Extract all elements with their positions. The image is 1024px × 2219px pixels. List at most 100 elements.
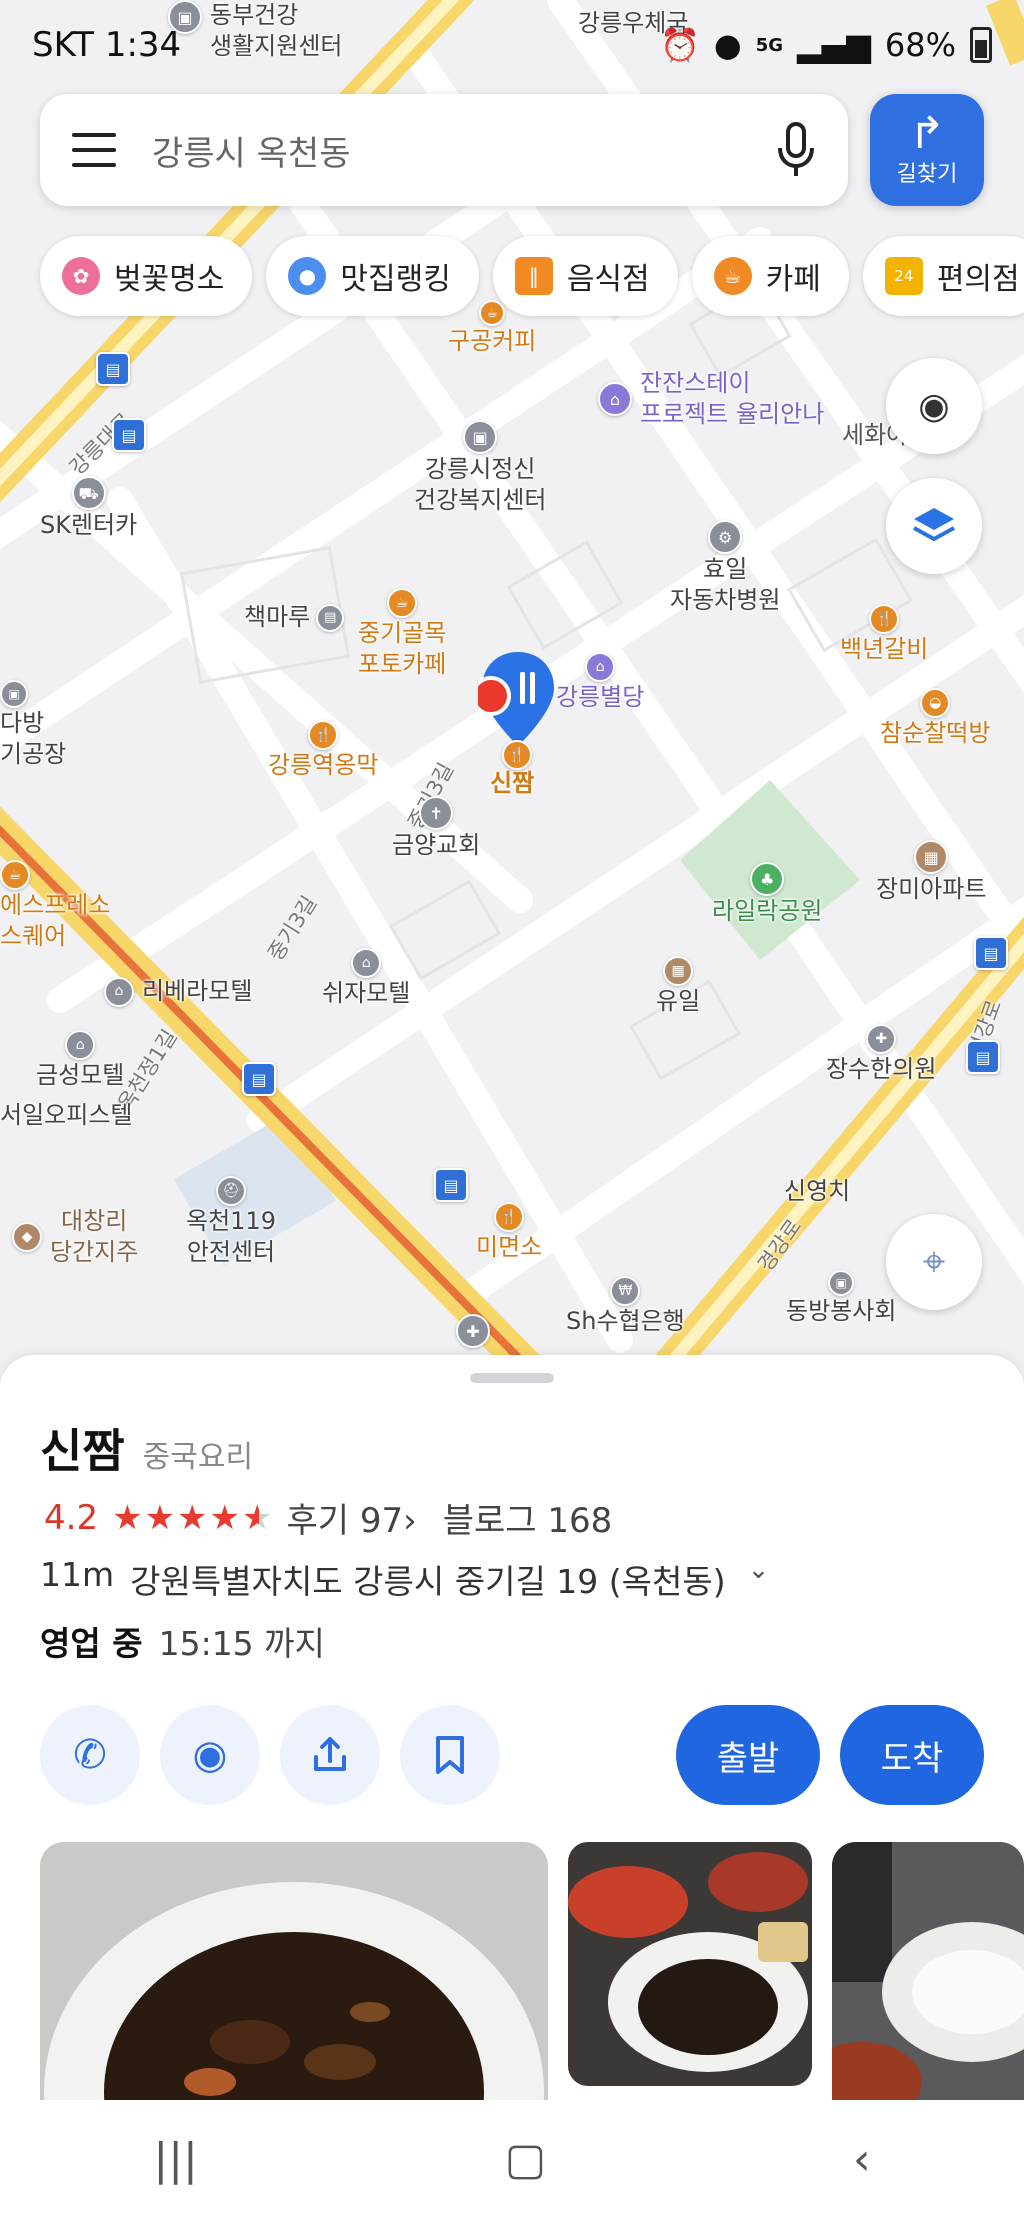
poi-jangsu-clinic[interactable]: ✚ 장수한의원: [826, 1024, 936, 1085]
poi-health-center[interactable]: ▣ 강릉시정신 건강복지센터: [414, 420, 546, 516]
directions-button[interactable]: ↱ 길찾기: [870, 94, 984, 206]
tree-icon: ♣: [750, 862, 785, 896]
blog-link[interactable]: 블로그 168: [443, 1493, 613, 1542]
chip-restaurants[interactable]: ‖ 음식점: [492, 236, 678, 316]
bus-stop-icon[interactable]: ▤: [96, 352, 130, 386]
star-icon: ★: [209, 1497, 241, 1538]
poi-dabang[interactable]: ▣ 다방 기공장: [0, 680, 66, 770]
bus-stop-icon[interactable]: ▤: [974, 936, 1008, 970]
home-icon[interactable]: ▢: [505, 2134, 547, 2185]
close-time: 15:15 까지: [158, 1624, 325, 1663]
poi-lailak-park[interactable]: ♣ 라일락공원: [712, 862, 822, 927]
bus-stop-icon[interactable]: ▤: [966, 1040, 1000, 1074]
poi-dongbang[interactable]: ▣ 동방봉사회: [786, 1270, 896, 1327]
star-half-icon: ★: [242, 1497, 273, 1538]
save-location-button[interactable]: ◉: [160, 1705, 260, 1805]
search-input[interactable]: 강릉시 옥천동: [152, 126, 776, 175]
location-pin-button[interactable]: ◉: [886, 358, 982, 454]
car-repair-icon: ⚙: [708, 520, 743, 554]
poi-seoil-officetel[interactable]: 서일오피스텔: [0, 1100, 132, 1131]
place-detail-sheet[interactable]: 신짬 중국요리 4.2 ★ ★ ★ ★ ★ 후기 97› 블로그 168 11m…: [0, 1355, 1024, 2219]
poi-jangmi-apt[interactable]: ▦ 장미아파트: [876, 840, 986, 905]
poi-sh-bank[interactable]: ₩ Sh수협은행: [566, 1276, 685, 1337]
map-pin-icon: [471, 652, 554, 746]
star-icon: ★: [177, 1497, 208, 1538]
place-photo[interactable]: [40, 1842, 548, 2102]
selected-place-marker[interactable]: [471, 650, 558, 750]
poi-daechang[interactable]: ◆ 대창리 당간지주: [12, 1206, 138, 1268]
apartment-icon: ▦: [663, 956, 694, 986]
poi-chaekmaru[interactable]: 책마루 ▤: [244, 602, 345, 633]
battery-percent: 68%: [884, 26, 956, 64]
medical-icon[interactable]: ✚: [456, 1314, 490, 1348]
poi-chamsun-tteok[interactable]: ◒ 참순찰떡방: [880, 688, 990, 749]
bus-stop-icon[interactable]: ▤: [242, 1062, 276, 1096]
place-photo[interactable]: [568, 1842, 812, 2086]
place-header: 신짬 중국요리: [40, 1415, 253, 1481]
church-icon: ✝: [419, 796, 454, 830]
poi-riviera-motel[interactable]: ⌂ 리베라모텔: [104, 976, 252, 1007]
bus-stop-icon[interactable]: ▤: [434, 1168, 468, 1202]
chip-cafe[interactable]: ☕ 카페: [691, 236, 849, 316]
signal-icon: ▂▄▆: [797, 26, 871, 64]
hours-row[interactable]: 영업 중 15:15 까지: [40, 1617, 325, 1665]
turn-arrow-icon: ↱: [908, 108, 946, 159]
poi-yeokong[interactable]: 🍴 강릉역옹막: [268, 720, 378, 781]
chevron-down-icon[interactable]: ⌄: [748, 1555, 770, 1603]
back-icon[interactable]: ‹: [853, 2134, 871, 2185]
poi-sk-rentcar[interactable]: ⛟ SK렌터카: [40, 476, 137, 541]
star-icon: ★: [112, 1497, 143, 1538]
poi-geumseong-motel[interactable]: ⌂ 금성모텔: [36, 1030, 124, 1091]
poi-hyoil-auto[interactable]: ⚙ 효일 자동차병원: [670, 520, 780, 616]
bank-icon: ₩: [610, 1276, 641, 1306]
address-row[interactable]: 11m 강원특별자치도 강릉시 중기길 19 (옥천동) ⌄: [40, 1555, 769, 1603]
open-status: 영업 중: [40, 1624, 143, 1663]
location-pin-icon: ◉: [918, 385, 950, 427]
building-icon: ▣: [463, 420, 498, 454]
place-name: 신짬: [40, 1424, 125, 1478]
utensils-icon: 🍴: [869, 604, 900, 634]
convenience-24-icon: 24: [884, 257, 923, 295]
chip-cherry-blossom[interactable]: ✿ 벚꽃명소: [40, 236, 253, 316]
battery-icon: [970, 27, 992, 63]
poi-baeknyeon-galbi[interactable]: 🍴 백년갈비: [840, 604, 928, 665]
chip-restaurant-ranking[interactable]: ● 맛집랭킹: [266, 236, 479, 316]
depart-button[interactable]: 출발: [676, 1705, 820, 1805]
poi-geumyang-church[interactable]: ✝ 금양교회: [392, 796, 480, 861]
bus-stop-icon[interactable]: ▤: [112, 418, 146, 452]
layers-button[interactable]: [886, 478, 982, 574]
poi-espresso-square[interactable]: ☕ 에스프레소 스퀘어: [0, 860, 110, 952]
apartment-icon: ▦: [914, 840, 949, 874]
bookmark-button[interactable]: [400, 1705, 500, 1805]
poi-sinjjam-label[interactable]: 신짬: [490, 768, 534, 799]
recent-apps-icon[interactable]: |||: [153, 2134, 197, 2185]
search-bar[interactable]: 강릉시 옥천동: [40, 94, 848, 206]
poi-gangneung-byeoldang[interactable]: ⌂ 강릉별당: [556, 652, 644, 713]
share-button[interactable]: [280, 1705, 380, 1805]
menu-icon[interactable]: [72, 133, 116, 167]
coffee-cup-icon: ☕: [387, 588, 418, 618]
call-button[interactable]: ✆: [40, 1705, 140, 1805]
bed-icon: ⌂: [351, 948, 382, 978]
current-location-button[interactable]: ⌖: [886, 1214, 982, 1310]
place-photo[interactable]: [832, 1842, 1024, 2102]
arrive-button[interactable]: 도착: [840, 1705, 984, 1805]
poi-shija-motel[interactable]: ⌂ 쉬자모텔: [322, 948, 410, 1009]
chip-convenience-store[interactable]: 24 편의점: [862, 236, 1024, 316]
poi-jjanjan-stay[interactable]: ⌂ 잔잔스테이 프로젝트 율리안나: [598, 368, 824, 430]
poi-okcheon-119[interactable]: ⛑ 옥천119 안전센터: [186, 1176, 276, 1268]
microphone-icon[interactable]: [776, 122, 816, 178]
utensils-icon: 🍴: [308, 720, 339, 750]
location-pin-icon: ◉: [192, 1732, 228, 1778]
poi-junggi-photo-cafe[interactable]: ☕ 중기골목 포토카페: [358, 588, 446, 680]
status-time: SKT 1:34: [32, 25, 182, 65]
cherry-blossom-icon: ✿: [62, 257, 100, 295]
map-view[interactable]: 강릉대로 중기3길 중기3길 옥천정1길 경강로 경강로 ▣ 동부건강 생활지원…: [0, 0, 1024, 1380]
sheet-grabber[interactable]: [470, 1373, 554, 1383]
reviews-link[interactable]: 후기 97›: [287, 1493, 417, 1542]
poi-sinyoung-dental[interactable]: 신영치: [784, 1176, 850, 1207]
poi-yuil[interactable]: ▦ 유일: [656, 956, 700, 1017]
bed-icon: ⌂: [585, 652, 616, 682]
share-icon: [314, 1737, 346, 1771]
poi-myeonso[interactable]: 🍴 미면소: [476, 1202, 542, 1263]
